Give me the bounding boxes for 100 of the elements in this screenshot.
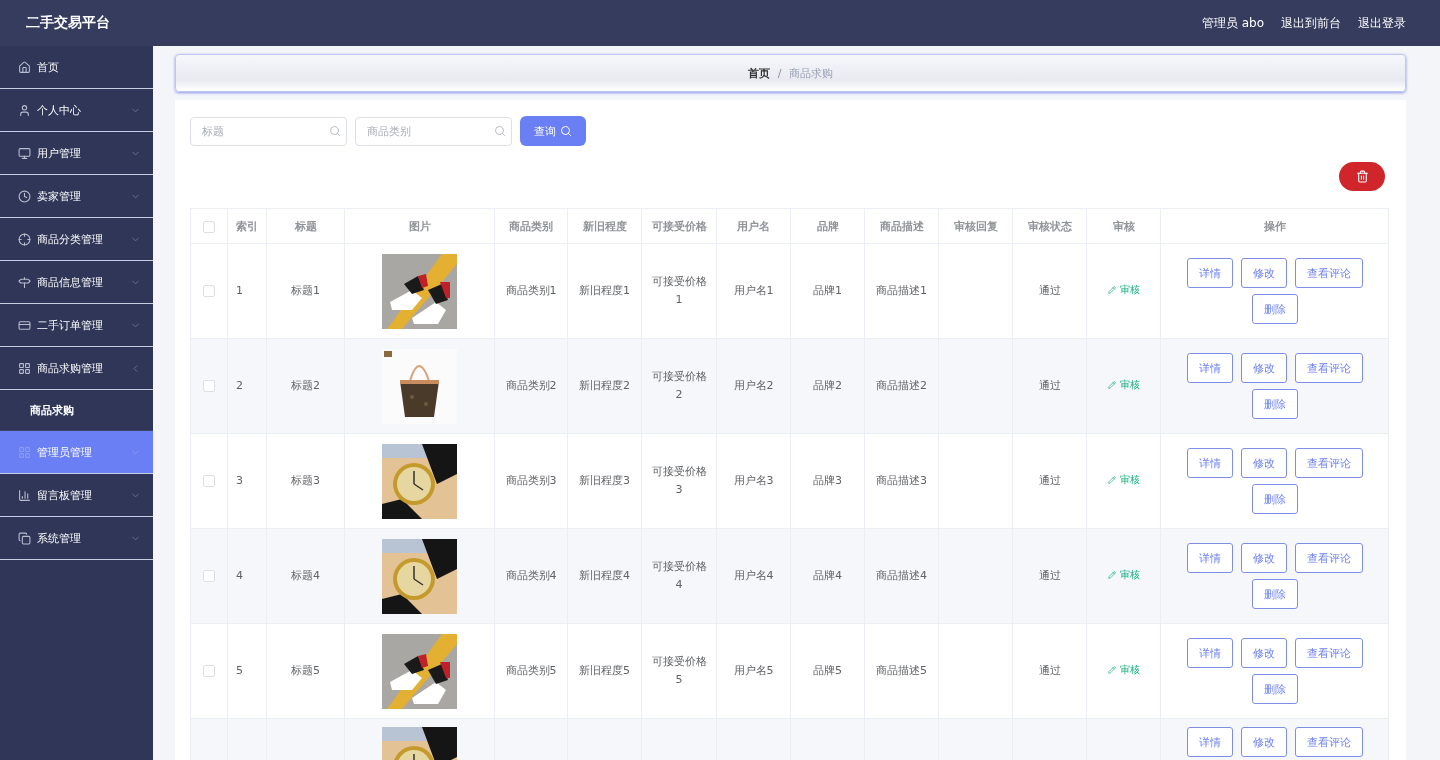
row-index: 4	[236, 569, 243, 583]
bar-chart-icon	[18, 488, 31, 502]
delete-button[interactable]	[1339, 162, 1385, 191]
table-cell: 商品描述3	[876, 474, 927, 488]
pencil-icon	[1107, 286, 1116, 295]
table-cell: 商品描述1	[876, 284, 927, 298]
pencil-icon	[1107, 666, 1116, 675]
card-icon	[18, 318, 31, 332]
search-field[interactable]: 商品类别	[355, 116, 512, 146]
table-cell: 可接受价格5	[651, 655, 707, 686]
column-header: 操作	[1160, 208, 1389, 244]
breadcrumb-item[interactable]: 商品求购	[789, 65, 834, 81]
sidebar-item[interactable]: 卖家管理	[0, 175, 153, 218]
column-header: 审核回复	[938, 208, 1013, 244]
sidebar-item[interactable]: 首页	[0, 46, 153, 89]
table-cell: 新旧程度4	[579, 569, 630, 583]
table-cell: 用户名3	[733, 474, 774, 488]
action-button[interactable]: 详情	[1186, 727, 1233, 757]
table-cell: 商品描述4	[876, 569, 927, 583]
column-header: 审核状态	[1012, 208, 1087, 244]
action-button[interactable]: 查看评论	[1294, 638, 1363, 668]
checkbox[interactable]	[203, 475, 215, 488]
sidebar-item[interactable]: 用户管理	[0, 132, 153, 175]
search-field[interactable]: 标题	[190, 116, 347, 146]
column-header: 用户名	[716, 208, 791, 244]
table-cell: 通过	[1038, 284, 1061, 298]
header-link[interactable]: 退出到前台	[1281, 14, 1341, 32]
row-index: 2	[236, 379, 243, 393]
table-cell: 品牌1	[813, 284, 842, 298]
checkbox[interactable]	[203, 380, 215, 393]
grid-icon	[18, 361, 31, 375]
sidebar-item[interactable]: 商品信息管理	[0, 261, 153, 304]
action-button[interactable]: 删除	[1251, 484, 1298, 514]
search-icon	[329, 124, 341, 137]
user-name: 管理员 abo	[1201, 14, 1264, 32]
action-button[interactable]: 修改	[1240, 448, 1287, 478]
action-button[interactable]: 修改	[1240, 543, 1287, 573]
header-link[interactable]: 退出登录	[1358, 14, 1406, 32]
crosshair-icon	[18, 232, 31, 246]
pencil-icon	[1107, 476, 1116, 485]
table-cell: 可接受价格3	[651, 465, 707, 496]
action-button[interactable]: 查看评论	[1294, 258, 1363, 288]
action-button[interactable]: 删除	[1251, 674, 1298, 704]
table-cell: 用户名4	[733, 569, 774, 583]
table-cell: 标题5	[291, 664, 320, 678]
action-button[interactable]: 修改	[1240, 353, 1287, 383]
sidebar-item[interactable]: 留言板管理	[0, 474, 153, 517]
column-header: 标题	[266, 208, 345, 244]
action-button[interactable]: 查看评论	[1294, 448, 1363, 478]
table-cell: 通过	[1038, 569, 1061, 583]
action-button[interactable]: 删除	[1251, 579, 1298, 609]
table-cell: 可接受价格4	[651, 560, 707, 591]
action-button[interactable]: 详情	[1186, 448, 1233, 478]
action-button[interactable]: 查看评论	[1294, 543, 1363, 573]
review-link[interactable]: 审核	[1107, 662, 1140, 679]
row-index: 1	[236, 284, 243, 298]
action-button[interactable]: 删除	[1251, 294, 1298, 324]
row-index: 5	[236, 664, 243, 678]
checkbox[interactable]	[203, 570, 215, 583]
action-button[interactable]: 详情	[1186, 258, 1233, 288]
checkbox[interactable]	[203, 285, 215, 298]
action-button[interactable]: 修改	[1240, 258, 1287, 288]
action-button[interactable]: 详情	[1186, 353, 1233, 383]
sidebar-item[interactable]: 个人中心	[0, 89, 153, 132]
sidebar-item[interactable]: 管理员管理	[0, 431, 153, 474]
review-link[interactable]: 审核	[1107, 282, 1140, 299]
action-button[interactable]: 查看评论	[1294, 353, 1363, 383]
query-button[interactable]: 查询	[520, 116, 586, 146]
action-button[interactable]: 修改	[1240, 727, 1287, 757]
sidebar-item[interactable]: 系统管理	[0, 517, 153, 560]
table-cell: 商品类别4	[505, 569, 557, 583]
trash-icon	[1355, 170, 1369, 183]
pencil-icon	[1107, 381, 1116, 390]
column-header: 可接受价格	[641, 208, 717, 244]
review-link[interactable]: 审核	[1107, 377, 1140, 394]
table-cell: 通过	[1038, 379, 1061, 393]
review-link[interactable]: 审核	[1107, 472, 1140, 489]
table-cell: 标题4	[291, 569, 320, 583]
action-button[interactable]: 查看评论	[1294, 727, 1363, 757]
table-cell: 可接受价格1	[651, 275, 707, 306]
sidebar-item[interactable]: 商品分类管理	[0, 218, 153, 261]
breadcrumb-item[interactable]: 首页	[747, 65, 770, 81]
action-button[interactable]: 详情	[1186, 543, 1233, 573]
action-button[interactable]: 删除	[1251, 389, 1298, 419]
table-cell: 通过	[1038, 474, 1061, 488]
sidebar-item[interactable]: 二手订单管理	[0, 304, 153, 347]
action-button[interactable]: 修改	[1240, 638, 1287, 668]
action-button[interactable]: 详情	[1186, 638, 1233, 668]
table-cell: 用户名5	[733, 664, 774, 678]
column-header: 商品类别	[494, 208, 568, 244]
table-cell: 标题2	[291, 379, 320, 393]
table-cell: 通过	[1038, 664, 1061, 678]
table-cell: 新旧程度2	[579, 379, 630, 393]
signpost-icon	[18, 275, 31, 289]
home-icon	[18, 60, 31, 74]
checkbox[interactable]	[203, 665, 215, 678]
review-link[interactable]: 审核	[1107, 567, 1140, 584]
checkbox[interactable]	[203, 220, 215, 233]
app-title: 二手交易平台	[26, 14, 111, 32]
column-header: 图片	[344, 208, 495, 244]
